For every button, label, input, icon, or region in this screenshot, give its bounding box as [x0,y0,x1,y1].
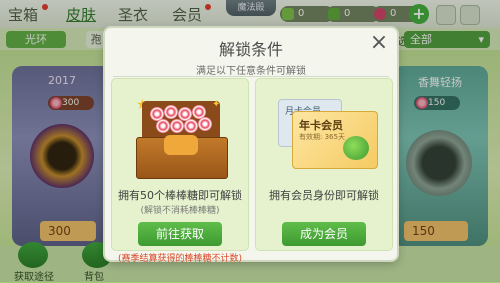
candy-icon [198,117,212,131]
candy-icon [170,119,184,133]
annual-card-label: 年卡会员 [299,119,343,132]
ribbon-icon [164,135,198,155]
annual-card-validity: 有效期: 365天 [299,133,345,141]
candy-box-image: ★ ✦ [136,97,228,181]
lollipop-condition-note: (解锁不消耗棒棒糖) [140,206,220,216]
divider [113,76,389,77]
unlock-conditions-dialog: 解锁条件 × 满足以下任意条件可解锁 ★ ✦ 拥有50个棒棒糖即可解锁 (解锁不… [105,28,397,264]
season-warning: (赛季结算获得的棒棒糖不计数) [117,254,243,264]
lollipop-condition-text: 拥有50个棒棒糖即可解锁 [118,189,242,202]
option-membership-panel: 月卡会员 年卡会员 有效期: 365天 拥有会员身份即可解锁 成为会员 [255,78,393,251]
go-get-button[interactable]: 前往获取 [138,222,222,246]
become-member-button[interactable]: 成为会员 [282,222,366,246]
dialog-subtitle: 满足以下任意条件可解锁 [196,66,306,77]
candy-icon [164,105,178,119]
option-lollipop-panel: ★ ✦ 拥有50个棒棒糖即可解锁 (解锁不消耗棒棒糖) 前往获取 (赛季结算获得… [111,78,249,264]
candy-icon [156,119,170,133]
membership-condition-text: 拥有会员身份即可解锁 [269,189,379,202]
sparkle-icon: ✦ [212,99,221,110]
annual-card-image: 年卡会员 有效期: 365天 [292,111,378,169]
mascot-icon [343,136,369,160]
close-icon[interactable]: × [369,32,389,54]
candy-icon [184,119,198,133]
dialog-title: 解锁条件 [218,40,283,59]
